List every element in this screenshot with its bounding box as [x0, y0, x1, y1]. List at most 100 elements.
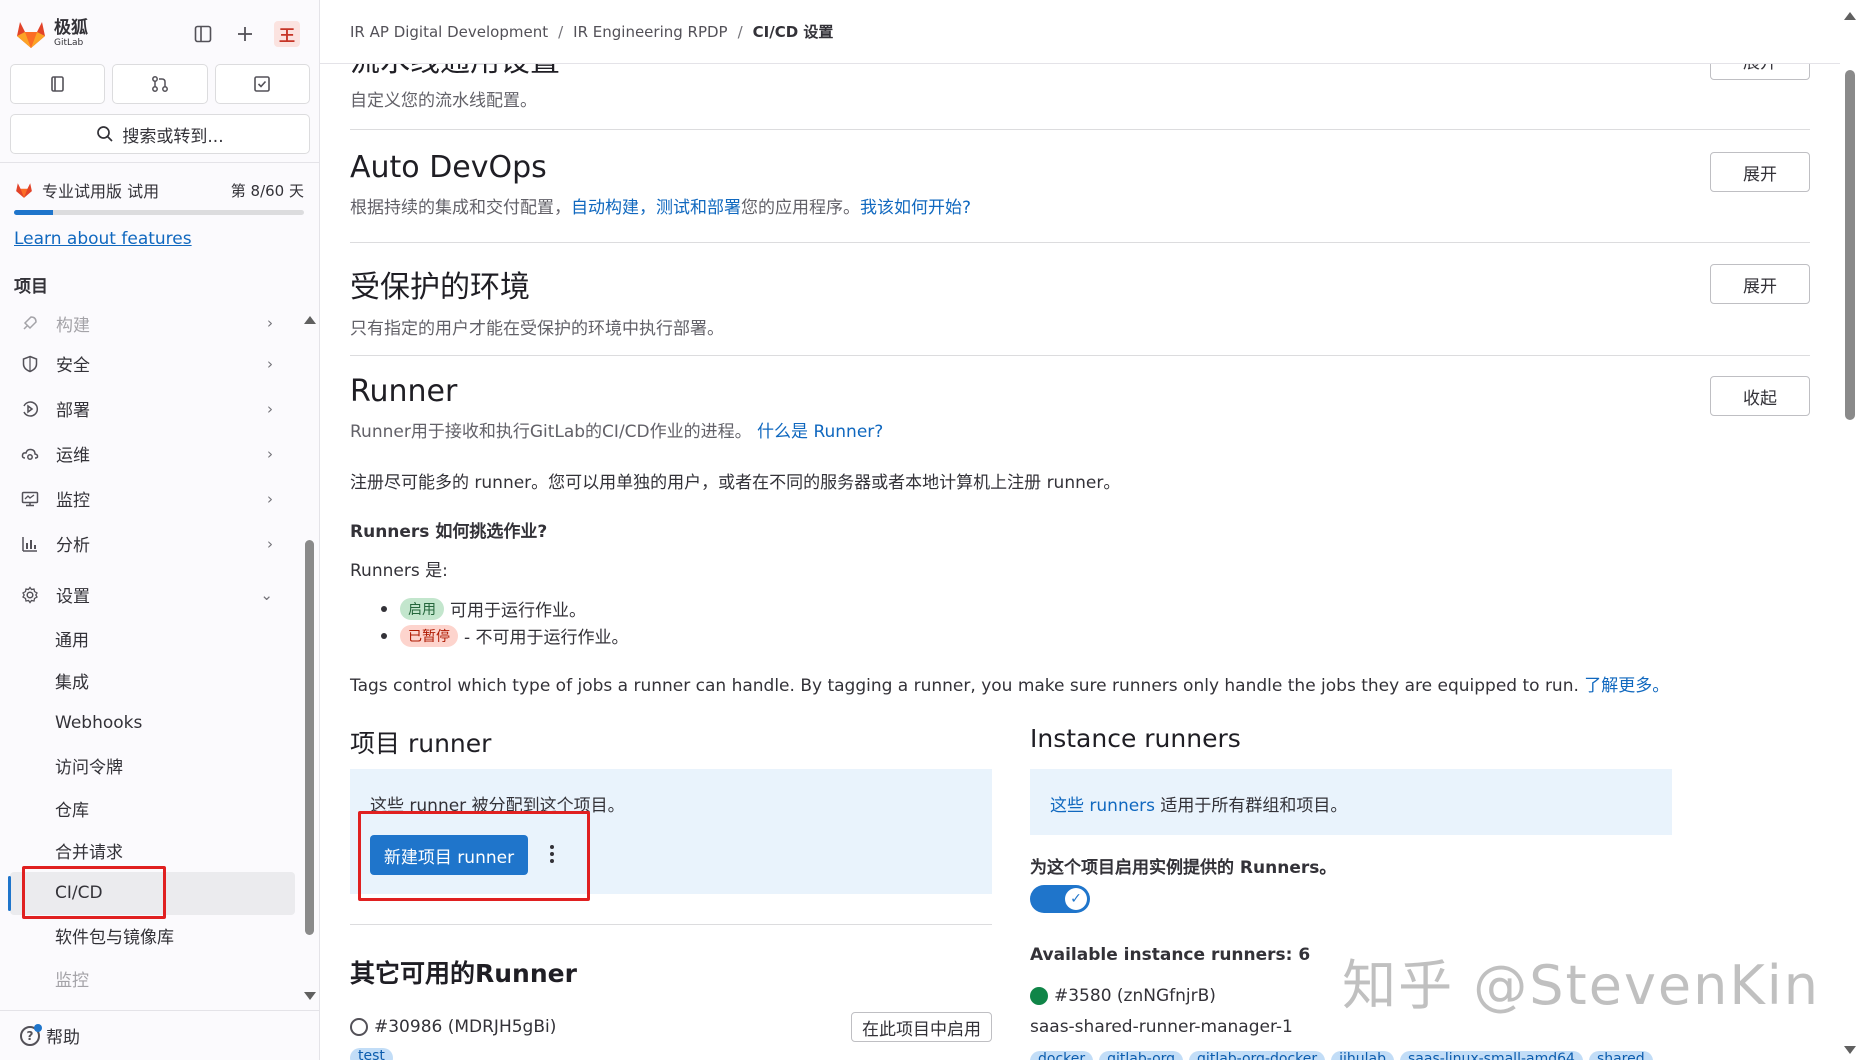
breadcrumb-current: CI/CD 设置 [752, 23, 834, 41]
issues-button[interactable] [10, 64, 106, 104]
divider [350, 242, 1810, 243]
chevron-right-icon: › [267, 534, 273, 553]
settings-item-merge-requests[interactable]: 合并请求 [0, 830, 305, 873]
scroll-down-arrow-icon[interactable] [304, 992, 316, 1000]
desc-text: Runner用于接收和执行GitLab的CI/CD作业的进程。 [350, 422, 752, 442]
todos-button[interactable] [214, 64, 310, 104]
settings-item-monitor[interactable]: 监控 [0, 957, 305, 1000]
gitlab-logo[interactable]: 极狐 GitLab [14, 18, 88, 50]
search-button[interactable]: 搜索或转到... [10, 114, 310, 154]
trial-widget: 专业试用版 试用 第 8/60 天 Learn about features [14, 178, 304, 249]
tags-text: Tags control which type of jobs a runner… [350, 671, 1810, 696]
collapse-button[interactable]: 收起 [1710, 376, 1810, 416]
settings-item-integrations[interactable]: 集成 [0, 660, 305, 703]
sidebar-scrollbar[interactable] [302, 310, 316, 1000]
runners-are-text: Runners 是: [350, 561, 448, 581]
breadcrumb-group-link[interactable]: IR AP Digital Development [350, 23, 548, 41]
plus-icon [238, 27, 252, 41]
chevron-right-icon: › [267, 489, 273, 508]
breadcrumb-project-link[interactable]: IR Engineering RPDP [573, 23, 727, 41]
sidebar-item-build[interactable]: 构建 › [0, 305, 305, 341]
section-title: Auto DevOps [350, 150, 547, 185]
breadcrumb-separator: / [558, 22, 564, 41]
settings-item-cicd[interactable]: CI/CD [8, 872, 295, 915]
settings-item-general[interactable]: 通用 [0, 617, 305, 660]
shield-icon [20, 354, 40, 374]
divider [350, 355, 1810, 356]
enable-instance-runners-label: 为这个项目启用实例提供的 Runners。 [1030, 858, 1337, 878]
chevron-right-icon: › [267, 354, 273, 373]
runner-states-list: 启用 可用于运行作业。 已暂停 - 不可用于运行作业。 [350, 595, 1810, 649]
section-description: Runner用于接收和执行GitLab的CI/CD作业的进程。 什么是 Runn… [350, 417, 1810, 442]
what-is-runner-link[interactable]: 什么是 Runner? [757, 422, 883, 442]
enable-instance-runners-toggle[interactable]: ✓ [1030, 885, 1090, 913]
project-runners-title: 项目 runner [350, 729, 492, 758]
instance-runner-name: saas-shared-runner-manager-1 [1030, 1017, 1293, 1037]
runner-online-status-icon [1030, 987, 1048, 1005]
merge-requests-button[interactable] [112, 64, 208, 104]
more-actions-kebab-icon[interactable] [547, 845, 557, 867]
watermark: 知乎 @StevenKin [1342, 954, 1820, 1017]
sidebar-item-security[interactable]: 安全 › [0, 341, 305, 386]
create-new-button[interactable] [227, 16, 263, 52]
trial-days: 第 8/60 天 [230, 181, 304, 200]
section-protected-environments: 受保护的环境 只有指定的用户才能在受保护的环境中执行部署。 展开 [350, 262, 1810, 339]
main-scrollbar[interactable] [1840, 0, 1860, 1060]
sidebar-item-label: 安全 [56, 356, 90, 376]
runner-tag: shared [1588, 1051, 1653, 1060]
learn-more-link[interactable]: 了解更多。 [1584, 676, 1669, 696]
sidebar-item-monitor[interactable]: 监控 › [0, 476, 305, 521]
sidebar-item-operate[interactable]: 运维 › [0, 431, 305, 476]
merge-request-icon [152, 76, 168, 92]
desc-text: 您的应用程序。 [741, 198, 860, 218]
scrollbar-thumb[interactable] [305, 540, 314, 935]
new-project-runner-button[interactable]: 新建项目 runner [370, 835, 528, 875]
user-menu-button[interactable]: 王 [269, 16, 305, 52]
runner-tag: jihulab [1331, 1051, 1395, 1060]
toggle-sidebar-button[interactable] [185, 16, 221, 52]
search-icon [97, 126, 113, 142]
runner-offline-status-icon [350, 1018, 368, 1036]
status-badge-paused: 已暂停 [400, 624, 458, 647]
sidebar-item-settings[interactable]: 设置 ⌄ [0, 572, 305, 617]
scroll-up-arrow-icon[interactable] [304, 316, 316, 324]
breadcrumb: IR AP Digital Development / IR Engineeri… [320, 0, 1840, 64]
settings-item-repository[interactable]: 仓库 [0, 787, 305, 830]
available-instance-runners-count: Available instance runners: 6 [1030, 945, 1311, 965]
chevron-right-icon: › [267, 399, 273, 418]
enable-for-project-button[interactable]: 在此项目中启用 [851, 1012, 992, 1042]
sidebar-item-label: 监控 [56, 491, 90, 511]
check-icon: ✓ [1065, 888, 1087, 910]
scroll-up-arrow-icon[interactable] [1844, 12, 1856, 20]
sidebar: 极狐 GitLab 王 搜索或转到... 专业试用版 试用 第 8/60 天 L… [0, 0, 320, 1060]
learn-about-features-link[interactable]: Learn about features [14, 229, 192, 249]
sidebar-item-label: 分析 [56, 536, 90, 556]
runner-tag: docker [1030, 1051, 1094, 1060]
settings-item-webhooks[interactable]: Webhooks [0, 702, 305, 745]
logo-text-cn: 极狐 [54, 18, 88, 38]
sidebar-item-analyze[interactable]: 分析 › [0, 521, 305, 566]
scrollbar-thumb[interactable] [1845, 70, 1855, 420]
settings-item-access-tokens[interactable]: 访问令牌 [0, 745, 305, 788]
section-auto-devops: Auto DevOps 根据持续的集成和交付配置，自动构建，测试和部署您的应用程… [350, 150, 1810, 218]
quick-actions [10, 64, 310, 104]
expand-button[interactable]: 展开 [1710, 264, 1810, 304]
register-text: 注册尽可能多的 runner。您可以用单独的用户，或者在不同的服务器或者本地计算… [350, 473, 1121, 493]
sidebar-panel-icon [194, 25, 212, 43]
settings-item-packages[interactable]: 软件包与镜像库 [0, 915, 305, 958]
these-runners-link[interactable]: 这些 runners [1050, 796, 1155, 816]
section-description: 根据持续的集成和交付配置，自动构建，测试和部署您的应用程序。我该如何开始? [350, 193, 1810, 218]
sidebar-item-deploy[interactable]: 部署 › [0, 386, 305, 431]
auto-build-test-deploy-link[interactable]: 自动构建，测试和部署 [571, 198, 741, 218]
search-label: 搜索或转到... [122, 126, 224, 147]
instance-runners-info-text: 这些 runners 适用于所有群组和项目。 [1050, 791, 1347, 816]
section-title: Runner [350, 374, 458, 409]
sidebar-nav: 构建 › 安全 › 部署 › 运维 › 监控 › 分析 › 设置 ⌄ 通用 集成… [0, 305, 305, 1000]
help-button[interactable]: ? 帮助 [0, 1010, 319, 1060]
expand-button[interactable]: 展开 [1710, 152, 1810, 192]
chevron-right-icon: › [267, 314, 273, 332]
sidebar-section-title: 项目 [14, 277, 48, 297]
instance-runner-row: #3580 (znNGfnjrB) [1030, 986, 1216, 1006]
scroll-down-arrow-icon[interactable] [1844, 1046, 1856, 1054]
how-to-start-link[interactable]: 我该如何开始? [860, 198, 971, 218]
